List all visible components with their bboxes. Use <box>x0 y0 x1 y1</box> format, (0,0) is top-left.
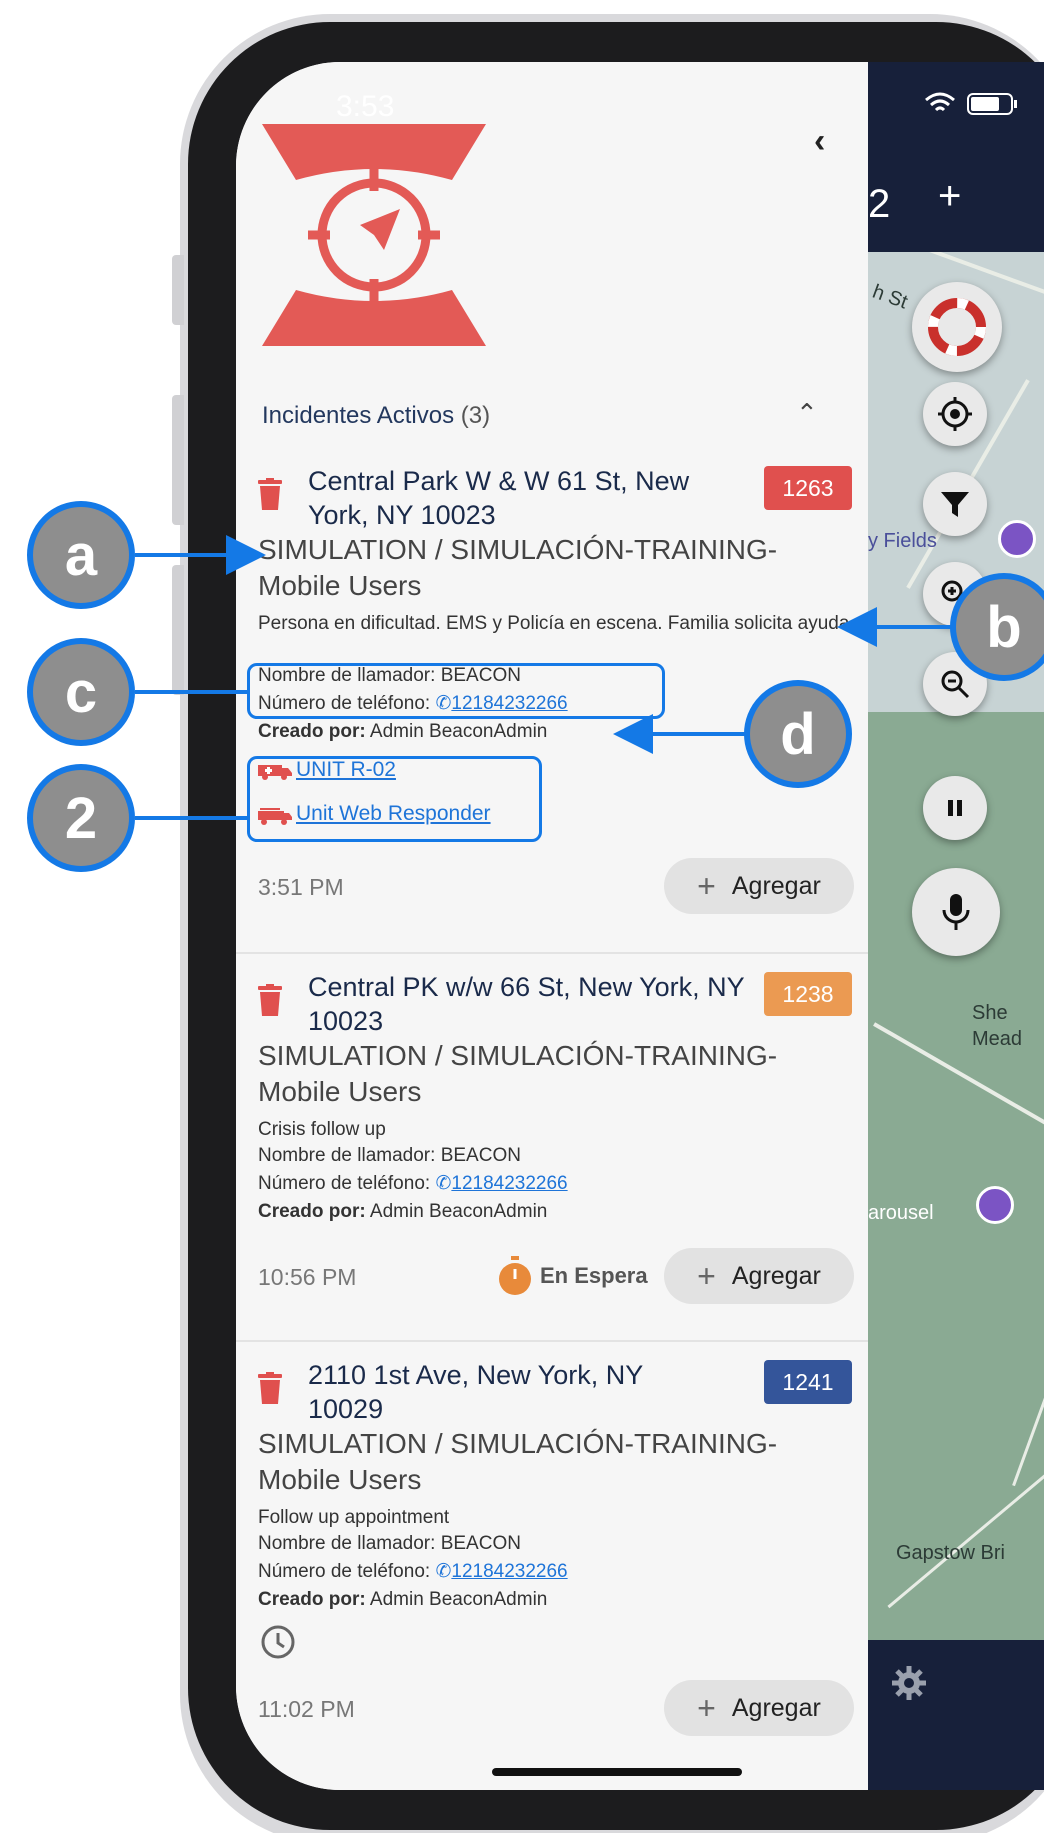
annotation-d: d <box>744 680 852 788</box>
annotation-a: a <box>27 501 135 609</box>
annotation-arrows <box>135 535 952 820</box>
annotation-c: c <box>27 638 135 746</box>
annotation-2: 2 <box>27 764 135 872</box>
